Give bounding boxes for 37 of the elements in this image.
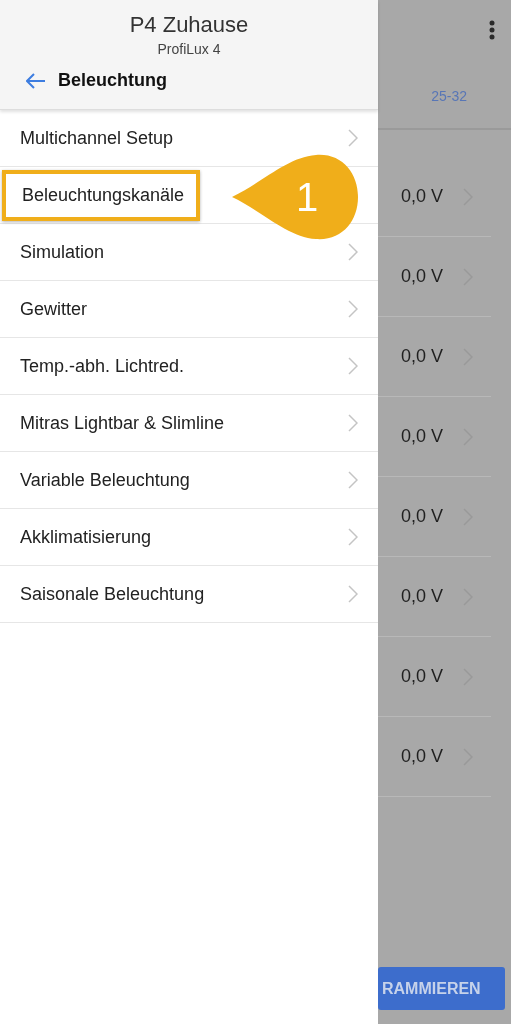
chevron-icon	[348, 357, 358, 375]
back-arrow-icon[interactable]	[26, 72, 46, 89]
chevron-icon	[348, 414, 358, 432]
menu-item[interactable]: Variable Beleuchtung	[0, 452, 378, 509]
menu-item-label: Multichannel Setup	[19, 126, 175, 150]
menu-item[interactable]: Mitras Lightbar & Slimline	[0, 395, 378, 452]
chevron-icon	[348, 129, 358, 147]
chevron-icon	[348, 243, 358, 261]
drawer-subtitle: ProfiLux 4	[157, 41, 221, 57]
voltage-value: 0,0 V	[400, 746, 443, 767]
voltage-value: 0,0 V	[400, 266, 443, 287]
menu-item-label: Akklimatisierung	[19, 525, 153, 549]
menu-item-label: Gewitter	[19, 297, 89, 321]
voltage-value: 0,0 V	[400, 426, 443, 447]
menu-item-label: Beleuchtungskanäle	[2, 169, 201, 221]
menu-item[interactable]: Saisonale Beleuchtung	[0, 566, 378, 623]
menu-item-label: Mitras Lightbar & Slimline	[19, 411, 226, 435]
chevron-icon	[348, 300, 358, 318]
menu-item-label: Saisonale Beleuchtung	[19, 582, 206, 606]
section-title: Beleuchtung	[58, 70, 167, 91]
voltage-value: 0,0 V	[400, 186, 443, 207]
callout-number: 1	[295, 174, 319, 220]
menu-item-label: Variable Beleuchtung	[19, 468, 191, 492]
menu-item[interactable]: Temp.-abh. Lichtred.	[0, 338, 378, 395]
menu-item-label: Temp.-abh. Lichtred.	[19, 354, 186, 378]
menu-item[interactable]: Gewitter	[0, 281, 378, 338]
menu-item[interactable]: Akklimatisierung	[0, 509, 378, 566]
chevron-icon	[348, 585, 358, 603]
voltage-value: 0,0 V	[400, 586, 443, 607]
more-options-icon[interactable]	[489, 20, 495, 40]
drawer-title: P4 Zuhause	[129, 12, 249, 38]
chevron-icon	[348, 528, 358, 546]
chevron-icon	[348, 471, 358, 489]
menu-item-label: Simulation	[19, 240, 106, 264]
voltage-value: 0,0 V	[400, 506, 443, 527]
voltage-value: 0,0 V	[400, 346, 443, 367]
voltage-value: 0,0 V	[400, 666, 443, 687]
